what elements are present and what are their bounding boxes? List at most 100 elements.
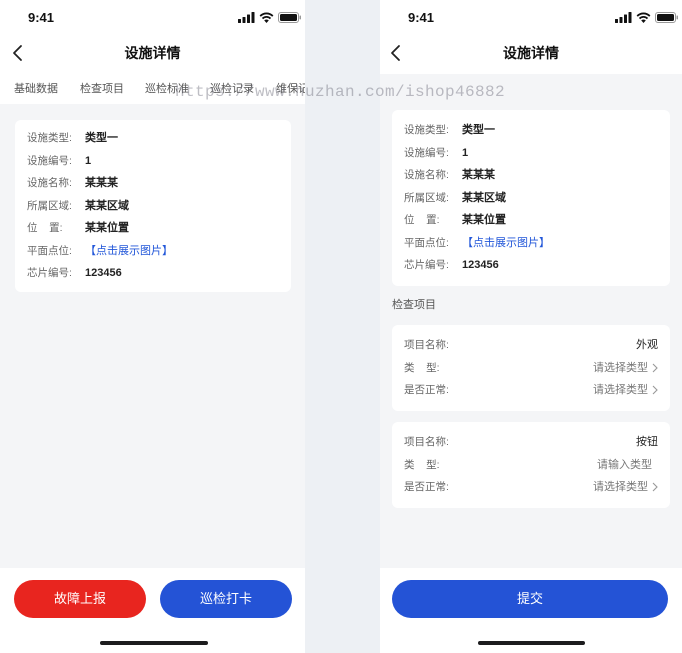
battery-icon	[655, 12, 678, 23]
signal-icon	[615, 12, 632, 23]
home-indicator	[478, 641, 585, 645]
show-image-link[interactable]: 【点击展示图片】	[462, 232, 550, 255]
check-item-normal-row[interactable]: 是否正常: 请选择类型	[392, 476, 670, 499]
info-label: 平面点位:	[404, 236, 449, 249]
normal-select-text: 请选择类型	[593, 481, 648, 493]
info-row-type: 设施类型: 类型一	[392, 119, 670, 142]
battery-icon	[278, 12, 301, 23]
info-row-name: 设施名称: 某某某	[15, 172, 291, 195]
status-time: 9:41	[28, 10, 55, 25]
info-row-floor-point: 平面点位: 【点击展示图片】	[392, 232, 670, 255]
inspection-checkin-button[interactable]: 巡检打卡	[160, 580, 292, 618]
check-item-label: 是否正常:	[404, 384, 449, 396]
status-time: 9:41	[408, 10, 435, 25]
type-input-text: 请输入类型	[597, 458, 652, 471]
tab-bar: 基础数据 检查项目 巡检标准 巡检记录 维保记录	[0, 81, 305, 97]
normal-select[interactable]: 请选择类型	[593, 379, 658, 402]
type-select[interactable]: 请选择类型	[593, 357, 658, 380]
check-item-type-row[interactable]: 类 型: 请选择类型	[392, 357, 670, 380]
submit-button[interactable]: 提交	[392, 580, 668, 618]
bottom-action-bar: 故障上报 巡检打卡	[0, 568, 305, 653]
header: 9:41 设施详情	[380, 0, 682, 74]
info-label: 位 置:	[27, 222, 63, 234]
tab-inspection-records[interactable]: 巡检记录	[210, 81, 254, 97]
info-row-type: 设施类型: 类型一	[15, 127, 291, 150]
check-item-label: 项目名称:	[404, 339, 449, 351]
check-item-name-row: 项目名称: 外观	[392, 334, 670, 357]
check-item-label: 类 型:	[404, 361, 440, 374]
info-label: 设施编号:	[27, 154, 72, 167]
facility-info-card: 设施类型: 类型一 设施编号: 1 设施名称: 某某某 所属区域: 某某区域 位 置: 某…	[15, 120, 291, 292]
check-item-label: 项目名称:	[404, 436, 449, 448]
facility-detail-screen-check: 9:41 设施详情 设施类型: 类型一 设施编号: 1 设施名称: 某某某 所属区域:…	[380, 0, 682, 653]
check-item-name-value: 外观	[636, 334, 658, 357]
header: 9:41 设施详情 基础数据 检查项目 巡检标准 巡检记录 维保记录	[0, 0, 305, 104]
check-item-name-text: 外观	[636, 339, 658, 351]
info-value: 某某区域	[85, 199, 129, 212]
check-item-label: 是否正常:	[404, 481, 449, 493]
info-value: 1	[85, 154, 92, 167]
check-item-name-row: 项目名称: 按钮	[392, 431, 670, 454]
info-value: 某某某	[85, 177, 118, 189]
info-value: 123456	[462, 259, 499, 271]
check-item-card: 项目名称: 按钮 类 型: 请输入类型 是否正常: 请选择类型	[392, 422, 670, 508]
info-label: 位 置:	[404, 214, 440, 226]
check-item-type-row[interactable]: 类 型: 请输入类型	[392, 454, 670, 477]
info-value: 类型一	[85, 132, 118, 144]
normal-select-text: 请选择类型	[593, 384, 648, 396]
check-item-name-value: 按钮	[636, 431, 658, 454]
info-label: 所属区域:	[27, 199, 72, 212]
info-row-location: 位 置: 某某位置	[15, 217, 291, 240]
type-input[interactable]: 请输入类型	[597, 454, 652, 477]
show-image-link[interactable]: 【点击展示图片】	[85, 240, 173, 263]
wifi-icon	[636, 12, 651, 23]
tab-check-items[interactable]: 检查项目	[80, 81, 124, 97]
tab-maintenance-records[interactable]: 维保记录	[276, 81, 305, 97]
info-value: 某某某	[462, 169, 495, 181]
check-item-card: 项目名称: 外观 类 型: 请选择类型 是否正常: 请选择类型	[392, 325, 670, 411]
info-row-chip-number: 芯片编号: 123456	[15, 262, 291, 285]
page-title: 设施详情	[503, 45, 559, 61]
facility-detail-screen-basic: 9:41 设施详情 基础数据 检查项目 巡检标准 巡检记录 维保记录 设施类型:…	[0, 0, 305, 653]
bottom-action-bar: 提交	[380, 568, 682, 653]
status-icons	[238, 12, 302, 23]
info-row-area: 所属区域: 某某区域	[15, 195, 291, 218]
check-item-label: 类 型:	[404, 458, 440, 471]
info-label: 所属区域:	[404, 191, 449, 204]
tab-basic-data[interactable]: 基础数据	[14, 81, 58, 97]
page-title: 设施详情	[124, 45, 181, 61]
info-row-name: 设施名称: 某某某	[392, 164, 670, 187]
info-label: 芯片编号:	[27, 267, 72, 279]
info-label: 设施名称:	[27, 177, 72, 189]
wifi-icon	[259, 12, 274, 23]
tab-inspection-standard[interactable]: 巡检标准	[145, 81, 189, 97]
info-value: 1	[462, 146, 469, 159]
info-label: 平面点位:	[27, 244, 72, 257]
info-value: 类型一	[462, 124, 495, 136]
info-value: 123456	[85, 267, 122, 279]
info-row-location: 位 置: 某某位置	[392, 209, 670, 232]
info-row-chip-number: 芯片编号: 123456	[392, 254, 670, 277]
info-row-floor-point: 平面点位: 【点击展示图片】	[15, 240, 291, 263]
info-label: 设施类型:	[404, 124, 449, 136]
chevron-right-icon	[652, 482, 658, 492]
check-item-normal-row[interactable]: 是否正常: 请选择类型	[392, 379, 670, 402]
check-items-section-title: 检查项目	[392, 299, 436, 311]
check-item-name-text: 按钮	[636, 436, 658, 448]
info-label: 设施名称:	[404, 169, 449, 181]
info-label: 设施编号:	[404, 146, 449, 159]
fault-report-button[interactable]: 故障上报	[14, 580, 146, 618]
chevron-right-icon	[652, 385, 658, 395]
normal-select[interactable]: 请选择类型	[593, 476, 658, 499]
info-value: 某某区域	[462, 191, 506, 204]
info-value: 某某位置	[85, 222, 129, 234]
home-indicator	[100, 641, 208, 645]
type-select-text: 请选择类型	[593, 361, 648, 374]
signal-icon	[238, 12, 255, 23]
chevron-right-icon	[652, 363, 658, 373]
info-value: 某某位置	[462, 214, 506, 226]
info-row-number: 设施编号: 1	[15, 150, 291, 173]
info-label: 设施类型:	[27, 132, 72, 144]
info-label: 芯片编号:	[404, 259, 449, 271]
facility-info-card: 设施类型: 类型一 设施编号: 1 设施名称: 某某某 所属区域: 某某区域 位 置: 某…	[392, 110, 670, 286]
